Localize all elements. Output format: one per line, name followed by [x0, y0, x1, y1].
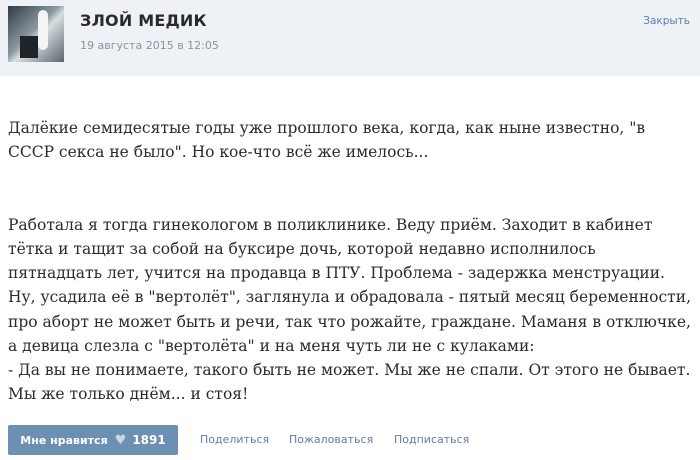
like-button[interactable]: Мне нравится ♥ 1891 [8, 425, 178, 455]
post-body: Далёкие семидесятые годы уже прошлого ве… [8, 92, 692, 455]
report-link[interactable]: Пожаловаться [289, 433, 373, 446]
avatar-figure [38, 10, 48, 50]
subscribe-link[interactable]: Подписаться [394, 433, 469, 446]
avatar-figure-dark [20, 36, 38, 58]
post-paragraph: Далёкие семидесятые годы уже прошлого ве… [8, 119, 646, 162]
heart-icon: ♥ [114, 432, 127, 448]
post-date[interactable]: 19 августа 2015 в 12:05 [80, 39, 219, 52]
like-label: Мне нравится [20, 433, 108, 447]
group-avatar[interactable] [8, 6, 64, 62]
post-paragraph: Работала я тогда гинекологом в поликлини… [8, 215, 691, 404]
like-count: 1891 [132, 433, 166, 447]
group-name[interactable]: ЗЛОЙ МЕДИК [80, 11, 207, 30]
close-link[interactable]: Закрыть [643, 15, 690, 27]
share-link[interactable]: Поделиться [200, 433, 269, 446]
post-header: ЗЛОЙ МЕДИК 19 августа 2015 в 12:05 Закры… [0, 0, 700, 76]
